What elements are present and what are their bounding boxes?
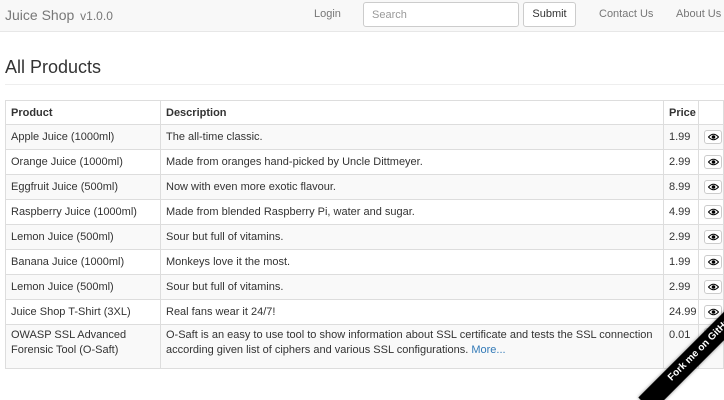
column-header-product: Product [5,100,161,125]
version-label: v1.0.0 [80,9,113,23]
brand[interactable]: Juice Shop v1.0.0 [5,7,113,23]
product-name: Lemon Juice (500ml) [11,281,114,293]
product-name-cell: Lemon Juice (500ml) [5,224,161,250]
search-input[interactable] [363,2,519,27]
product-description: O-Saft is an easy to use tool to show in… [166,329,653,356]
product-name-cell: Banana Juice (1000ml) [5,249,161,275]
product-price-cell: 2.99 [663,149,699,175]
product-price-cell: 1.99 [663,249,699,275]
product-description: Now with even more exotic flavour. [166,181,336,193]
product-description-cell: Monkeys love it the most. [160,249,664,275]
brand-name[interactable]: Juice Shop [5,7,74,23]
fork-ribbon: Fork me on GitHub [624,300,724,400]
product-description: Real fans wear it 24/7! [166,306,276,318]
product-price: 2.99 [669,156,691,168]
table-row: OWASP SSL Advanced Forensic Tool (O-Saft… [5,324,724,369]
product-name-cell: Apple Juice (1000ml) [5,124,161,150]
product-price: 2.99 [669,231,691,243]
view-details-button[interactable] [704,180,722,194]
product-name-cell: Raspberry Juice (1000ml) [5,199,161,225]
view-details-button[interactable] [704,255,722,269]
table-row: Apple Juice (1000ml) The all-time classic… [5,124,724,150]
column-header-actions [698,100,724,125]
product-name-cell: OWASP SSL Advanced Forensic Tool (O-Saft… [5,324,161,369]
product-name-cell: Lemon Juice (500ml) [5,274,161,300]
product-description: Sour but full of vitamins. [166,231,284,243]
products-table: Product Description Price Apple Juice (1… [5,100,724,369]
table-header-row: Product Description Price [5,100,724,125]
product-name: Lemon Juice (500ml) [11,231,114,243]
product-description: Monkeys love it the most. [166,256,291,268]
more-link[interactable]: More... [471,344,505,356]
table-row: Lemon Juice (500ml) Sour but full of vita… [5,224,724,250]
product-description-cell: Sour but full of vitamins. [160,224,664,250]
product-name: Banana Juice (1000ml) [11,256,125,268]
product-name: Orange Juice (1000ml) [11,156,123,168]
column-header-description: Description [160,100,664,125]
product-description-cell: Sour but full of vitamins. [160,274,664,300]
view-details-button[interactable] [704,155,722,169]
product-actions-cell [698,224,724,250]
product-description: Sour but full of vitamins. [166,281,284,293]
product-actions-cell [698,274,724,300]
product-price: 1.99 [669,131,691,143]
product-price-cell: 1.99 [663,124,699,150]
product-name-cell: Juice Shop T-Shirt (3XL) [5,299,161,325]
product-description-cell: Real fans wear it 24/7! [160,299,664,325]
page-title: All Products [5,57,102,77]
product-name: Juice Shop T-Shirt (3XL) [11,306,131,318]
login-link[interactable]: Login [314,8,341,20]
search-submit-button[interactable]: Submit [523,2,576,27]
product-description: Made from oranges hand-picked by Uncle D… [166,156,423,168]
product-name-cell: Orange Juice (1000ml) [5,149,161,175]
product-name-cell: Eggfruit Juice (500ml) [5,174,161,200]
product-price-cell: 4.99 [663,199,699,225]
product-description-cell: Made from oranges hand-picked by Uncle D… [160,149,664,175]
product-price-cell: 2.99 [663,274,699,300]
product-name: Raspberry Juice (1000ml) [11,206,137,218]
table-row: Juice Shop T-Shirt (3XL) Real fans wear i… [5,299,724,325]
contact-us-link[interactable]: Contact Us [599,8,653,20]
product-description: Made from blended Raspberry Pi, water an… [166,206,415,218]
product-description-cell: Made from blended Raspberry Pi, water an… [160,199,664,225]
product-description-cell: Now with even more exotic flavour. [160,174,664,200]
view-details-button[interactable] [704,230,722,244]
product-description-cell: O-Saft is an easy to use tool to show in… [160,324,664,369]
product-description: The all-time classic. [166,131,263,143]
view-details-button[interactable] [704,205,722,219]
product-actions-cell [698,199,724,225]
title-divider [5,84,724,85]
table-row: Raspberry Juice (1000ml) Made from blende… [5,199,724,225]
table-row: Eggfruit Juice (500ml) Now with even more… [5,174,724,200]
product-description-cell: The all-time classic. [160,124,664,150]
product-actions-cell [698,249,724,275]
about-us-link[interactable]: About Us [676,8,721,20]
table-row: Banana Juice (1000ml) Monkeys love it the… [5,249,724,275]
product-actions-cell [698,174,724,200]
product-price-cell: 8.99 [663,174,699,200]
product-price: 4.99 [669,206,691,218]
product-name: Eggfruit Juice (500ml) [11,181,118,193]
view-details-button[interactable] [704,130,722,144]
product-price: 2.99 [669,281,691,293]
product-price: 1.99 [669,256,691,268]
product-actions-cell [698,149,724,175]
product-name: OWASP SSL Advanced Forensic Tool (O-Saft… [11,329,127,356]
product-actions-cell [698,124,724,150]
product-price: 8.99 [669,181,691,193]
table-row: Orange Juice (1000ml) Made from oranges h… [5,149,724,175]
fork-me-on-github-link[interactable]: Fork me on GitHub [638,300,724,400]
product-name: Apple Juice (1000ml) [11,131,115,143]
product-price-cell: 2.99 [663,224,699,250]
table-row: Lemon Juice (500ml) Sour but full of vita… [5,274,724,300]
navbar: Juice Shop v1.0.0 Login Submit Contact U… [0,0,724,32]
view-details-button[interactable] [704,280,722,294]
column-header-price: Price [663,100,699,125]
